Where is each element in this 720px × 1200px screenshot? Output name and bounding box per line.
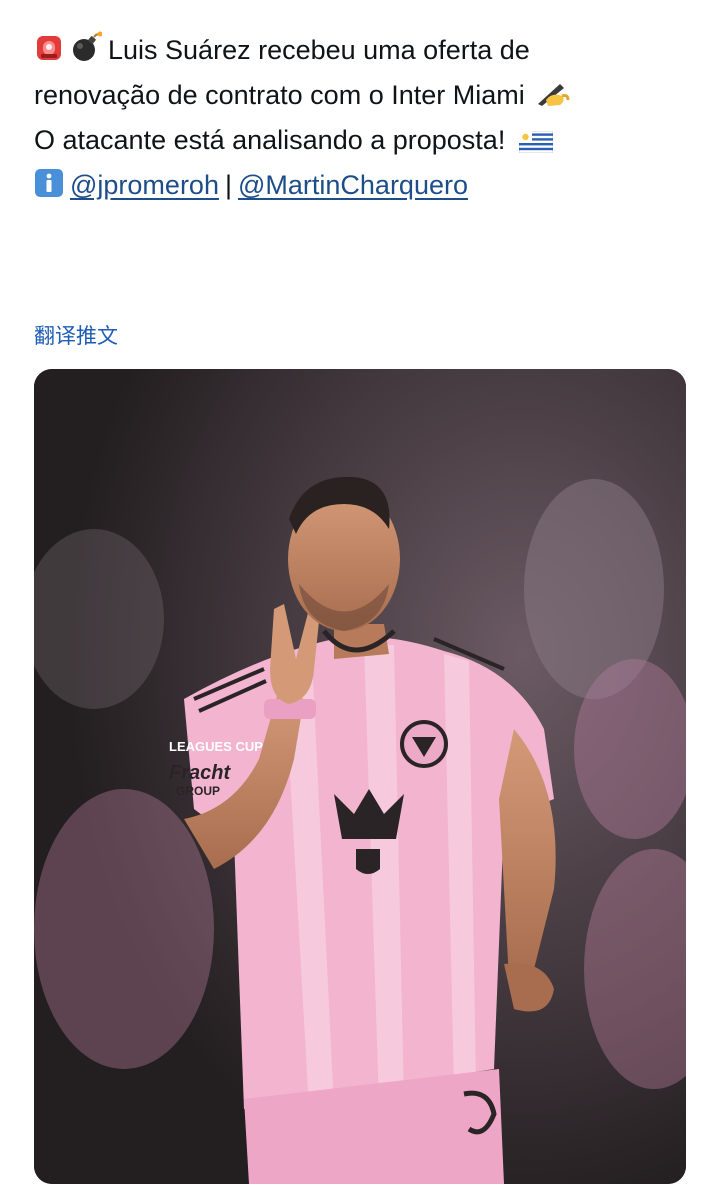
sleeve-group-text: GROUP	[176, 784, 220, 798]
tweet-text: Luis Suárez recebeu uma oferta de renova…	[34, 30, 694, 210]
writing-hand-icon	[536, 78, 570, 120]
uruguay-flag-icon	[518, 124, 554, 165]
sleeve-badge-text: LEAGUES CUP	[169, 739, 263, 754]
information-icon	[34, 168, 64, 210]
tweet-line-2: renovação de contrato com o Inter Miami	[34, 75, 694, 120]
tweet-media-image[interactable]: LEAGUES CUP Fracht GROUP	[34, 369, 686, 1184]
bomb-icon	[70, 31, 103, 75]
tweet-line-1-text: Luis Suárez recebeu uma oferta de	[108, 35, 530, 65]
sleeve-sponsor-text: Fracht	[169, 762, 231, 784]
translate-tweet-link[interactable]: 翻译推文	[34, 320, 118, 350]
mention-martincharquero-link[interactable]: @MartinCharquero	[238, 170, 468, 200]
rotating-light-icon	[34, 33, 64, 75]
mention-jpromeroh-link[interactable]: @jpromeroh	[70, 170, 219, 200]
mention-separator: |	[224, 170, 232, 200]
player-photo: LEAGUES CUP Fracht GROUP	[34, 369, 686, 1184]
tweet-line-mentions: @jpromeroh | @MartinCharquero	[34, 165, 694, 210]
tweet-line-3-text: O atacante está analisando a proposta!	[34, 125, 506, 155]
tweet-line-2-text: renovação de contrato com o Inter Miami	[34, 80, 525, 110]
tweet-line-1: Luis Suárez recebeu uma oferta de	[34, 30, 694, 75]
tweet-line-3: O atacante está analisando a proposta!	[34, 120, 694, 165]
